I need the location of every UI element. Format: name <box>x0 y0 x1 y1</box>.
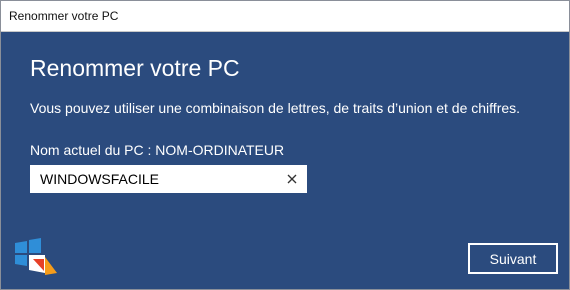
next-button[interactable]: Suivant <box>468 243 558 274</box>
current-pc-name: Nom actuel du PC : NOM-ORDINATEUR <box>30 142 285 158</box>
new-name-input[interactable] <box>31 166 271 192</box>
window-title: Renommer votre PC <box>9 9 119 23</box>
rename-pc-window: Renommer votre PC Renommer votre PC Vous… <box>0 0 570 290</box>
title-bar: Renommer votre PC <box>1 1 569 32</box>
new-name-field[interactable] <box>30 165 307 193</box>
close-icon[interactable] <box>284 171 300 187</box>
windows-facile-logo-icon <box>11 229 63 281</box>
description-text: Vous pouvez utiliser une combinaison de … <box>30 100 521 116</box>
page-heading: Renommer votre PC <box>30 55 240 81</box>
